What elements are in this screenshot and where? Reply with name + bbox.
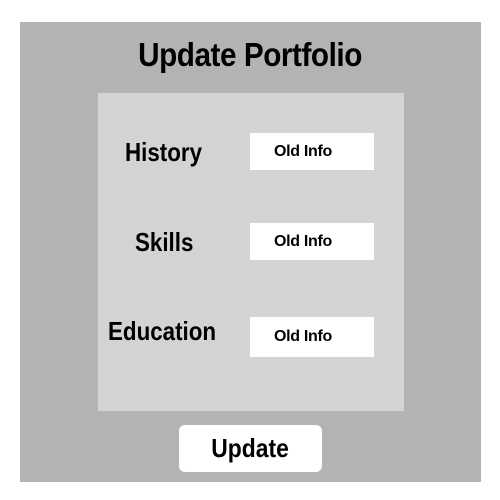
- update-portfolio-screen: Update Portfolio History Skills Educatio…: [0, 0, 500, 500]
- history-input[interactable]: [250, 133, 374, 170]
- skills-label: Skills: [135, 227, 194, 257]
- history-label: History: [125, 137, 203, 167]
- education-input[interactable]: [250, 317, 374, 357]
- update-button[interactable]: Update: [179, 425, 322, 472]
- update-button-label: Update: [211, 433, 290, 463]
- skills-input[interactable]: [250, 223, 374, 260]
- education-label: Education: [108, 316, 217, 346]
- page-title: Update Portfolio: [138, 36, 362, 73]
